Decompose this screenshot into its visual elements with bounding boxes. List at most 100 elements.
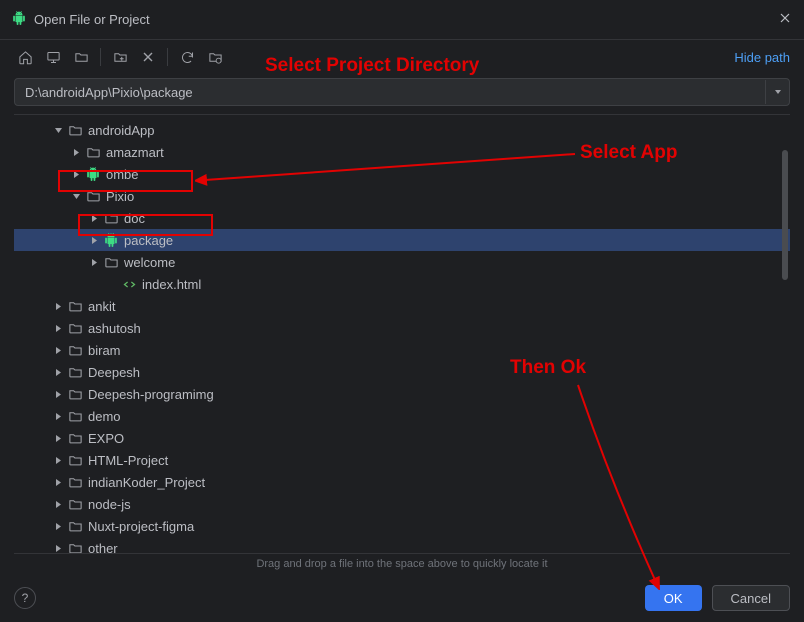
cancel-button[interactable]: Cancel xyxy=(712,585,790,611)
tree-row[interactable]: ombe xyxy=(14,163,790,185)
android-icon xyxy=(102,233,120,247)
help-button[interactable]: ? xyxy=(14,587,36,609)
node-label: androidApp xyxy=(88,123,155,138)
tree-row[interactable]: Pixio xyxy=(14,185,790,207)
expand-arrow-icon[interactable] xyxy=(50,478,66,487)
path-input[interactable] xyxy=(15,85,765,100)
path-input-container xyxy=(14,78,790,106)
expand-arrow-icon[interactable] xyxy=(50,544,66,553)
expand-arrow-icon[interactable] xyxy=(50,126,66,135)
folder-icon xyxy=(102,255,120,270)
node-label: welcome xyxy=(124,255,175,270)
scrollbar[interactable] xyxy=(782,150,788,280)
folder-icon xyxy=(66,497,84,512)
code-icon xyxy=(120,277,138,292)
desktop-icon[interactable] xyxy=(42,46,64,68)
tree-row[interactable]: biram xyxy=(14,339,790,361)
expand-arrow-icon[interactable] xyxy=(50,500,66,509)
expand-arrow-icon[interactable] xyxy=(68,170,84,179)
project-icon[interactable] xyxy=(70,46,92,68)
expand-arrow-icon[interactable] xyxy=(50,390,66,399)
folder-icon xyxy=(66,387,84,402)
hide-path-link[interactable]: Hide path xyxy=(734,50,790,65)
tree-row[interactable]: indianKoder_Project xyxy=(14,471,790,493)
expand-arrow-icon[interactable] xyxy=(50,456,66,465)
tree-row[interactable]: other xyxy=(14,537,790,553)
expand-arrow-icon[interactable] xyxy=(86,236,102,245)
node-label: doc xyxy=(124,211,145,226)
node-label: other xyxy=(88,541,118,554)
chevron-down-icon[interactable] xyxy=(765,80,789,104)
tree-container: androidApp amazmart ombe Pixio doc package wel… xyxy=(14,114,790,554)
tree-row[interactable]: Nuxt-project-figma xyxy=(14,515,790,537)
folder-icon xyxy=(84,189,102,204)
tree-row[interactable]: ashutosh xyxy=(14,317,790,339)
android-icon xyxy=(84,167,102,181)
tree-row[interactable]: ankit xyxy=(14,295,790,317)
node-label: ombe xyxy=(106,167,139,182)
expand-arrow-icon[interactable] xyxy=(50,302,66,311)
node-label: amazmart xyxy=(106,145,164,160)
footer-buttons: ? OK Cancel xyxy=(0,574,804,622)
folder-icon xyxy=(66,453,84,468)
node-label: Pixio xyxy=(106,189,134,204)
titlebar: Open File or Project xyxy=(0,0,804,40)
node-label: demo xyxy=(88,409,121,424)
close-icon[interactable] xyxy=(778,11,792,28)
tree-row[interactable]: androidApp xyxy=(14,119,790,141)
expand-arrow-icon[interactable] xyxy=(68,148,84,157)
tree-row[interactable]: demo xyxy=(14,405,790,427)
node-label: package xyxy=(124,233,173,248)
refresh-icon[interactable] xyxy=(176,46,198,68)
folder-icon xyxy=(66,343,84,358)
expand-arrow-icon[interactable] xyxy=(50,522,66,531)
tree-row[interactable]: HTML-Project xyxy=(14,449,790,471)
folder-icon xyxy=(84,145,102,160)
node-label: EXPO xyxy=(88,431,124,446)
dialog-title: Open File or Project xyxy=(34,12,150,27)
tree-row[interactable]: node-js xyxy=(14,493,790,515)
tree-row[interactable]: EXPO xyxy=(14,427,790,449)
folder-icon xyxy=(66,123,84,138)
expand-arrow-icon[interactable] xyxy=(68,192,84,201)
delete-icon[interactable] xyxy=(137,46,159,68)
expand-arrow-icon[interactable] xyxy=(50,368,66,377)
expand-arrow-icon[interactable] xyxy=(50,346,66,355)
folder-icon xyxy=(66,541,84,554)
node-label: HTML-Project xyxy=(88,453,168,468)
toolbar: Hide path xyxy=(0,40,804,74)
tree-row[interactable]: doc xyxy=(14,207,790,229)
expand-arrow-icon[interactable] xyxy=(50,434,66,443)
show-hidden-icon[interactable] xyxy=(204,46,226,68)
expand-arrow-icon[interactable] xyxy=(50,412,66,421)
folder-icon xyxy=(66,299,84,314)
separator xyxy=(100,48,101,66)
expand-arrow-icon[interactable] xyxy=(86,214,102,223)
separator xyxy=(167,48,168,66)
folder-icon xyxy=(102,211,120,226)
expand-arrow-icon[interactable] xyxy=(50,324,66,333)
new-folder-icon[interactable] xyxy=(109,46,131,68)
tree-row[interactable]: amazmart xyxy=(14,141,790,163)
node-label: ashutosh xyxy=(88,321,141,336)
node-label: indianKoder_Project xyxy=(88,475,205,490)
tree-row[interactable]: index.html xyxy=(14,273,790,295)
node-label: Nuxt-project-figma xyxy=(88,519,194,534)
android-icon xyxy=(12,11,26,28)
node-label: Deepesh-programimg xyxy=(88,387,214,402)
folder-icon xyxy=(66,431,84,446)
ok-button[interactable]: OK xyxy=(645,585,702,611)
tree-row[interactable]: welcome xyxy=(14,251,790,273)
tree-row[interactable]: package xyxy=(14,229,790,251)
home-icon[interactable] xyxy=(14,46,36,68)
file-tree[interactable]: androidApp amazmart ombe Pixio doc package wel… xyxy=(14,115,790,553)
folder-icon xyxy=(66,365,84,380)
node-label: Deepesh xyxy=(88,365,140,380)
folder-icon xyxy=(66,321,84,336)
tree-row[interactable]: Deepesh-programimg xyxy=(14,383,790,405)
tree-row[interactable]: Deepesh xyxy=(14,361,790,383)
node-label: node-js xyxy=(88,497,131,512)
folder-icon xyxy=(66,519,84,534)
expand-arrow-icon[interactable] xyxy=(86,258,102,267)
help-text: Drag and drop a file into the space abov… xyxy=(0,554,804,574)
